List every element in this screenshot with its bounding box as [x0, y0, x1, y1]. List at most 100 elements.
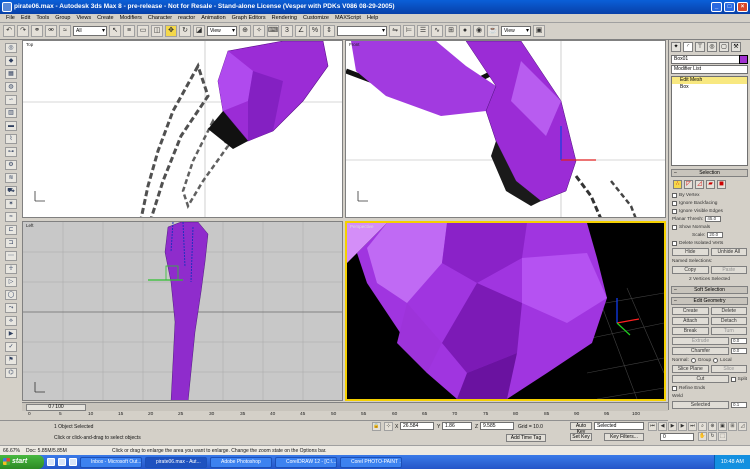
toy-car-icon[interactable]: ⛟: [5, 186, 17, 196]
listener-box[interactable]: [2, 422, 50, 430]
fracture-icon[interactable]: ✶: [5, 199, 17, 209]
slice-plane-button[interactable]: Slice Plane: [672, 365, 709, 373]
time-slider-thumb[interactable]: 0 / 100: [26, 404, 86, 411]
schematic-view-icon[interactable]: ⊞: [445, 25, 457, 37]
window-crossing-icon[interactable]: ◫: [151, 25, 163, 37]
selection-filter-dropdown[interactable]: All: [73, 26, 107, 36]
create-tab-icon[interactable]: ✦: [671, 42, 681, 52]
redo-icon[interactable]: ↷: [17, 25, 29, 37]
field-of-view-icon[interactable]: ◿: [738, 422, 747, 431]
cut-button[interactable]: Cut: [672, 375, 729, 383]
set-key-button[interactable]: Set Key: [570, 433, 592, 441]
curve-editor-icon[interactable]: ∿: [431, 25, 443, 37]
car-wheel-icon[interactable]: ◯: [5, 290, 17, 300]
weld-threshold-spinner[interactable]: 0.1: [731, 402, 747, 408]
selection-rollout-header[interactable]: Selection: [671, 169, 748, 177]
menu-animation[interactable]: Animation: [198, 15, 228, 21]
constraint-icon[interactable]: ⊏: [5, 225, 17, 235]
select-and-move-icon[interactable]: ✥: [165, 25, 177, 37]
extrude-spinner[interactable]: 0.0: [731, 338, 747, 344]
x-coordinate-field[interactable]: 26.584: [400, 422, 434, 430]
taskbar-item-coreldraw[interactable]: CorelDRAW 12 - [C:\...: [275, 456, 337, 468]
analyze-world-icon[interactable]: ✓: [5, 342, 17, 352]
menu-maxscript[interactable]: MAXScript: [332, 15, 364, 21]
time-slider[interactable]: 0 / 100: [22, 402, 668, 411]
slice-button[interactable]: Slice: [710, 365, 747, 373]
quick-launch-browser-icon[interactable]: [58, 458, 66, 466]
menu-graph-editors[interactable]: Graph Editors: [229, 15, 269, 21]
vertex-subobject-icon[interactable]: ∴: [673, 180, 682, 189]
split-checkbox[interactable]: [730, 376, 736, 382]
refine-ends-checkbox[interactable]: [672, 385, 677, 391]
unhide-all-button[interactable]: Unhide All: [710, 248, 747, 256]
z-coordinate-field[interactable]: 9.585: [480, 422, 514, 430]
create-button[interactable]: Create: [672, 307, 709, 315]
chamfer-spinner[interactable]: 0.0: [731, 348, 747, 354]
spring-icon[interactable]: ⌇: [5, 134, 17, 144]
element-subobject-icon[interactable]: ◼: [717, 180, 726, 189]
delete-isolated-checkbox[interactable]: [672, 240, 677, 246]
taskbar-item-photoshop[interactable]: Adobe Photoshop: [210, 456, 272, 468]
menu-customize[interactable]: Customize: [300, 15, 332, 21]
menu-tools[interactable]: Tools: [33, 15, 52, 21]
select-object-icon[interactable]: ↖: [109, 25, 121, 37]
property-editor-icon[interactable]: ⚑: [5, 355, 17, 365]
viewport-left[interactable]: Left: [22, 221, 343, 401]
menu-views[interactable]: Views: [74, 15, 95, 21]
motion-tab-icon[interactable]: ◎: [707, 42, 717, 52]
hinge-icon[interactable]: ⊐: [5, 238, 17, 248]
utilities-tab-icon[interactable]: ⚒: [731, 42, 741, 52]
pivot-center-icon[interactable]: ⊕: [239, 25, 251, 37]
menu-create[interactable]: Create: [94, 15, 117, 21]
delete-button[interactable]: Delete: [710, 307, 747, 315]
planar-thresh-spinner[interactable]: 45.0: [705, 216, 722, 222]
edge-subobject-icon[interactable]: ◸: [684, 180, 693, 189]
menu-edit[interactable]: Edit: [18, 15, 33, 21]
current-frame-field[interactable]: 0: [660, 433, 694, 441]
soft-body-icon[interactable]: ◍: [5, 82, 17, 92]
point-path-icon[interactable]: ⤳: [5, 303, 17, 313]
zoom-extents-all-icon[interactable]: ⊞: [728, 422, 737, 431]
named-selection-dropdown[interactable]: [337, 26, 387, 36]
taskbar-item-outlook[interactable]: Inbox - Microsoft Out...: [80, 456, 142, 468]
zoom-icon[interactable]: ⌕: [698, 422, 707, 431]
soft-selection-rollout-header[interactable]: Soft Selection: [671, 286, 748, 294]
wind-icon[interactable]: ≋: [5, 173, 17, 183]
taskbar-item-photo-paint[interactable]: Corel PHOTO-PAINT ...: [340, 456, 402, 468]
maximize-viewport-icon[interactable]: ⬚: [718, 432, 727, 441]
bind-space-warp-icon[interactable]: ≈: [59, 25, 71, 37]
stack-item-box[interactable]: Box: [672, 84, 747, 91]
ignore-backfacing-checkbox[interactable]: [672, 200, 677, 206]
menu-rendering[interactable]: Rendering: [269, 15, 300, 21]
plane-icon[interactable]: ▬: [5, 121, 17, 131]
motor-icon[interactable]: ⚙: [5, 160, 17, 170]
break-button[interactable]: Break: [672, 327, 709, 335]
preview-animation-icon[interactable]: ▶: [5, 329, 17, 339]
menu-group[interactable]: Group: [52, 15, 73, 21]
modifier-list-dropdown[interactable]: Modifier List: [671, 65, 748, 74]
hide-button[interactable]: Hide: [672, 248, 709, 256]
maximize-button[interactable]: □: [724, 2, 735, 12]
reference-coordinate-dropdown[interactable]: View: [207, 26, 237, 36]
menu-character[interactable]: Character: [145, 15, 175, 21]
display-tab-icon[interactable]: ▢: [719, 42, 729, 52]
play-icon[interactable]: ▶: [668, 422, 677, 431]
edit-geometry-rollout-header[interactable]: Edit Geometry: [671, 297, 748, 305]
local-radio[interactable]: [713, 357, 719, 363]
render-last-icon[interactable]: ▣: [533, 25, 545, 37]
chamfer-button[interactable]: Chamfer: [672, 347, 729, 355]
extrude-button[interactable]: Extrude: [672, 337, 729, 345]
arc-rotate-icon[interactable]: ↻: [708, 432, 717, 441]
track-bar[interactable]: 0 5 10 15 20 25 30 35 40 45 50 55 60 65 …: [0, 411, 668, 421]
next-frame-icon[interactable]: ▶: [678, 422, 687, 431]
align-icon[interactable]: ⊨: [403, 25, 415, 37]
previous-frame-icon[interactable]: ◀: [658, 422, 667, 431]
cloth-icon[interactable]: ▦: [5, 69, 17, 79]
weld-selected-button[interactable]: Selected: [672, 401, 729, 409]
fracture-2-icon[interactable]: ⟡: [5, 316, 17, 326]
select-and-scale-icon[interactable]: ◪: [193, 25, 205, 37]
link-icon[interactable]: ⚭: [31, 25, 43, 37]
add-time-tag-button[interactable]: Add Time Tag: [506, 434, 546, 442]
stack-item-edit-mesh[interactable]: Edit Mesh: [672, 77, 747, 84]
dashpot-icon[interactable]: ⊶: [5, 147, 17, 157]
